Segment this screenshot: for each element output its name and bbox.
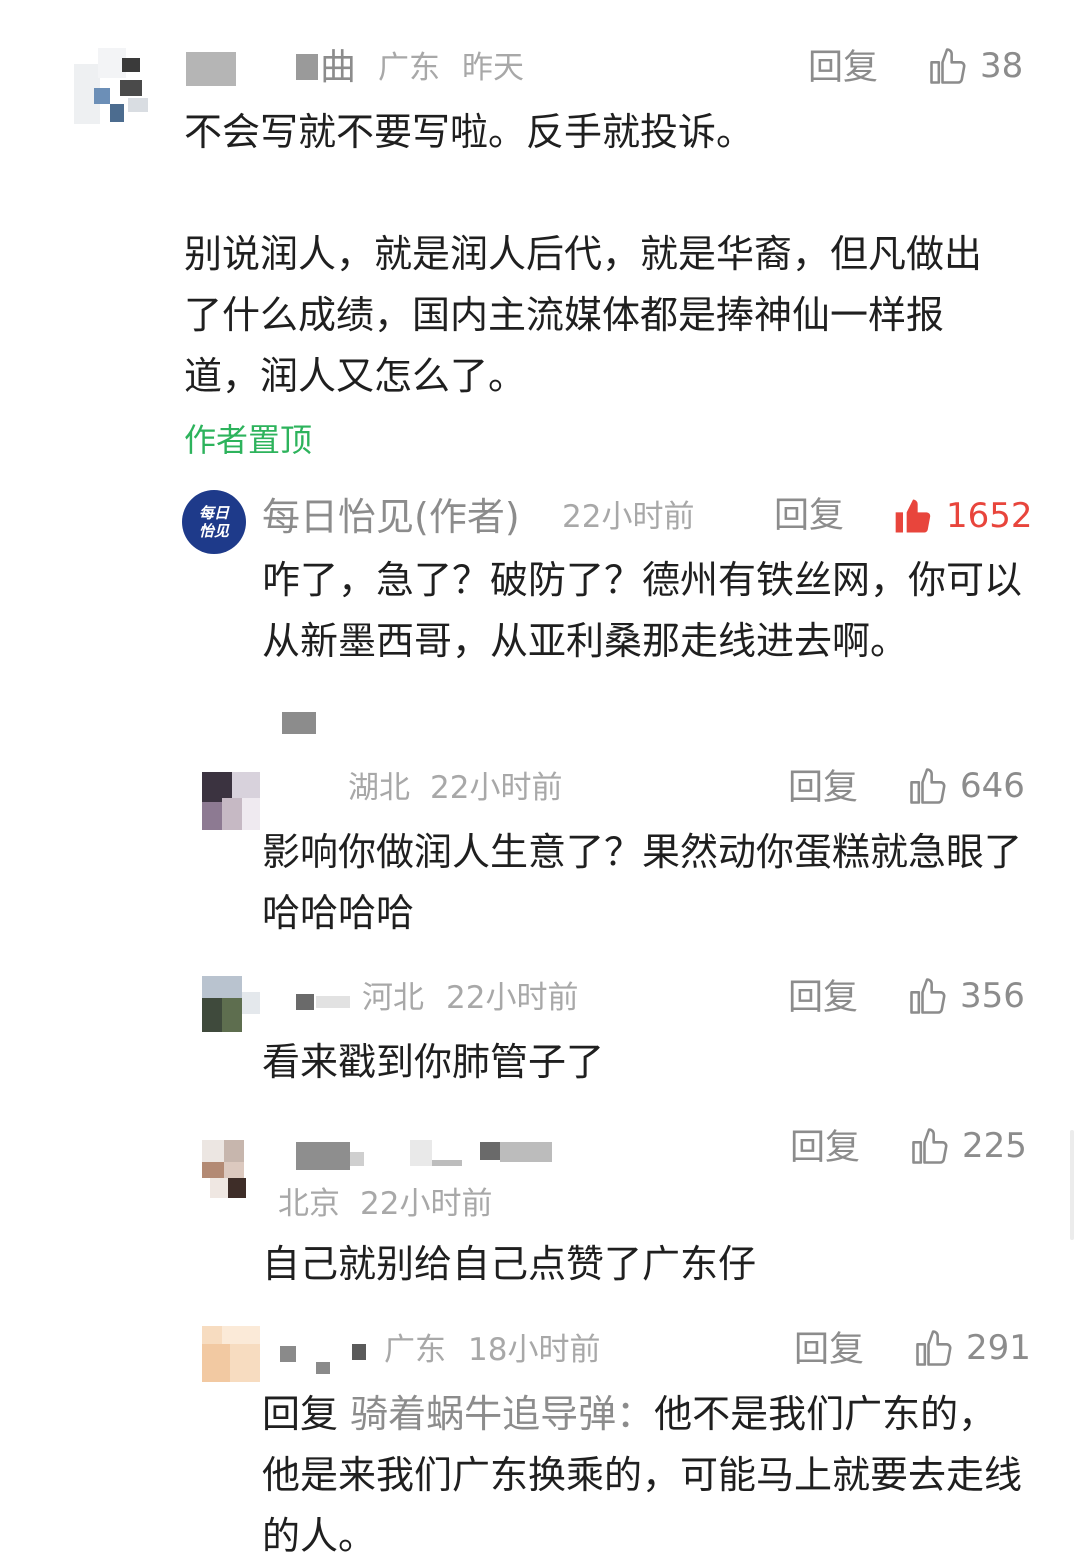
avatar[interactable] (202, 772, 260, 830)
username-blurred[interactable] (410, 1140, 432, 1166)
like-button[interactable]: 1652 (892, 494, 1033, 538)
author-avatar[interactable]: 每日 怡见 (182, 490, 246, 554)
comment-time: 22小时前 (446, 980, 579, 1016)
username-blurred[interactable] (500, 1142, 552, 1162)
like-button[interactable]: 356 (906, 974, 1025, 1018)
username-blurred[interactable] (296, 994, 314, 1010)
author-name[interactable]: 每日怡见(作者) (262, 493, 520, 541)
username-blurred[interactable] (296, 1142, 350, 1170)
username-blurred[interactable] (352, 1344, 366, 1360)
comment-location: 河北 (362, 980, 424, 1016)
reply-button[interactable]: 回复 (788, 976, 858, 1020)
comment-time: 22小时前 (430, 770, 563, 806)
comment-location: 广东 (378, 50, 440, 86)
comment-text: 不会写就不要写啦。反手就投诉。 别说润人，就是润人后代，就是华裔，但凡做出了什么… (184, 110, 983, 398)
comment-time: 22小时前 (562, 499, 695, 535)
reply-button[interactable]: 回复 (788, 766, 858, 810)
comment-time: 18小时前 (468, 1332, 601, 1368)
thumbs-up-icon (926, 44, 970, 88)
like-count: 291 (966, 1328, 1031, 1368)
comment-text: 影响你做润人生意了？果然动你蛋糕就急眼了哈哈哈哈 (262, 830, 1023, 935)
reply-button[interactable]: 回复 (808, 46, 878, 90)
comment-time: 22小时前 (360, 1186, 493, 1222)
avatar[interactable] (74, 40, 152, 128)
username-blurred[interactable] (296, 54, 318, 80)
comment-text: 咋了，急了？破防了？德州有铁丝网，你可以从新墨西哥，从亚利桑那走线进去啊。 (262, 558, 1023, 663)
comment-text: 自己就别给自己点赞了广东仔 (262, 1242, 757, 1286)
username-blurred[interactable] (280, 1346, 296, 1362)
scroll-indicator[interactable] (1070, 1130, 1074, 1240)
comment-location: 广东 (384, 1332, 446, 1368)
username-blurred[interactable] (480, 1142, 500, 1160)
reply-prefix: 回复 (262, 1392, 339, 1436)
like-button[interactable]: 225 (908, 1124, 1027, 1168)
username-blurred[interactable] (316, 996, 350, 1008)
reply-button[interactable]: 回复 (790, 1126, 860, 1170)
reply-target-username[interactable]: 骑着蜗牛追导弹： (350, 1392, 654, 1436)
like-button[interactable]: 291 (912, 1326, 1031, 1370)
username-blurred[interactable] (432, 1160, 462, 1166)
like-button[interactable]: 38 (926, 44, 1023, 88)
comment-location: 北京 (278, 1186, 340, 1222)
blur-patch (282, 712, 316, 734)
like-button[interactable]: 646 (906, 764, 1025, 808)
like-count: 225 (962, 1126, 1027, 1166)
like-count: 1652 (946, 496, 1033, 536)
thumbs-up-icon (912, 1326, 956, 1370)
avatar[interactable] (202, 976, 260, 1032)
pinned-label: 作者置顶 (184, 421, 313, 459)
like-count: 38 (980, 46, 1024, 86)
username-visible-char[interactable]: 曲 (320, 46, 356, 90)
comment-location: 湖北 (348, 770, 410, 806)
username-blurred[interactable] (316, 1362, 330, 1374)
username-blurred[interactable] (186, 52, 236, 86)
thumbs-up-filled-icon (892, 494, 936, 538)
comment-time: 昨天 (462, 50, 524, 86)
avatar[interactable] (202, 1140, 260, 1198)
avatar[interactable] (202, 1326, 260, 1382)
like-count: 356 (960, 976, 1025, 1016)
reply-button[interactable]: 回复 (794, 1328, 864, 1372)
comment-text: 看来戳到你肺管子了 (262, 1040, 605, 1084)
thumbs-up-icon (908, 1124, 952, 1168)
thumbs-up-icon (906, 764, 950, 808)
reply-button[interactable]: 回复 (774, 494, 844, 538)
comment-text: 回复 骑着蜗牛追导弹：他不是我们广东的，他是来我们广东换乘的，可能马上就要去走线… (262, 1384, 1032, 1567)
thumbs-up-icon (906, 974, 950, 1018)
username-blurred[interactable] (350, 1152, 364, 1166)
like-count: 646 (960, 766, 1025, 806)
author-avatar-text: 每日 怡见 (198, 504, 229, 540)
